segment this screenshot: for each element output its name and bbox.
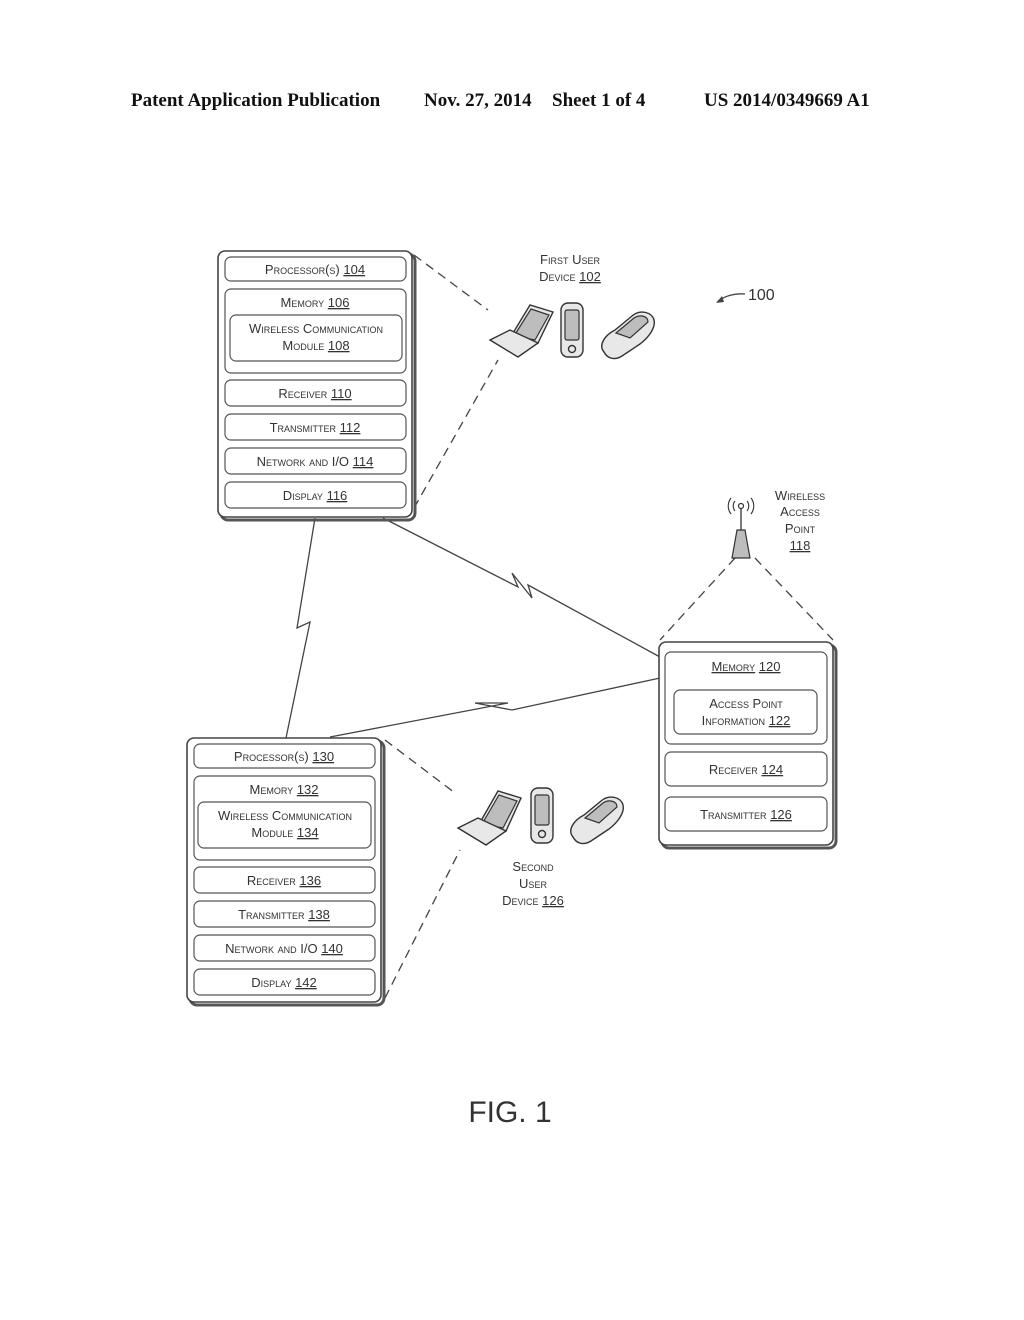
laptop-icon bbox=[488, 304, 554, 358]
svg-text:Processor(s) 104: Processor(s) 104 bbox=[265, 262, 365, 277]
first-user-device-label: First User Device 102 bbox=[539, 252, 601, 284]
second-device-component-box: Processor(s) 130 Memory 132 Wireless Com… bbox=[186, 737, 386, 1007]
svg-text:User: User bbox=[519, 876, 547, 891]
pda-icon bbox=[530, 787, 554, 844]
flip-phone-icon bbox=[601, 311, 655, 360]
svg-text:118: 118 bbox=[790, 538, 811, 553]
svg-text:Transmitter 112: Transmitter 112 bbox=[270, 420, 361, 435]
system-reference: 100 bbox=[716, 287, 775, 304]
svg-text:Display 142: Display 142 bbox=[251, 975, 317, 990]
second-user-devices-icons bbox=[456, 787, 624, 846]
svg-text:Access Point: Access Point bbox=[709, 696, 783, 711]
callout-line bbox=[413, 254, 489, 311]
svg-text:Memory 106: Memory 106 bbox=[281, 295, 350, 310]
access-point-icon bbox=[727, 497, 755, 559]
svg-text:Display 116: Display 116 bbox=[283, 488, 348, 503]
laptop-icon bbox=[456, 790, 522, 846]
svg-text:Network and I/O 114: Network and I/O 114 bbox=[257, 454, 374, 469]
callout-line bbox=[384, 849, 461, 999]
second-user-device-label: Second User Device 126 bbox=[502, 859, 564, 908]
callout-line bbox=[384, 739, 456, 794]
svg-text:Wireless Communication: Wireless Communication bbox=[218, 808, 352, 823]
first-device-component-box: Processor(s) 104 Memory 106 Wireless Com… bbox=[217, 250, 417, 522]
svg-text:Point: Point bbox=[785, 521, 816, 536]
callout-line bbox=[659, 557, 736, 641]
svg-text:Information 122: Information 122 bbox=[702, 713, 791, 728]
svg-text:Processor(s) 130: Processor(s) 130 bbox=[234, 749, 334, 764]
svg-text:Second: Second bbox=[512, 859, 554, 874]
svg-text:Memory 120: Memory 120 bbox=[712, 659, 781, 674]
access-point-component-box: Memory 120 Access Point Information 122 … bbox=[658, 641, 838, 850]
svg-text:Wireless: Wireless bbox=[775, 488, 825, 503]
figure-label: FIG. 1 bbox=[468, 1096, 551, 1129]
svg-text:Transmitter 138: Transmitter 138 bbox=[238, 907, 330, 922]
svg-text:First User: First User bbox=[540, 252, 600, 267]
flip-phone-icon bbox=[570, 796, 624, 845]
svg-text:Wireless Communication: Wireless Communication bbox=[249, 321, 383, 336]
svg-text:Receiver 136: Receiver 136 bbox=[247, 873, 321, 888]
svg-text:Transmitter 126: Transmitter 126 bbox=[700, 807, 792, 822]
pda-icon bbox=[560, 302, 584, 358]
svg-text:Device 126: Device 126 bbox=[502, 893, 564, 908]
wireless-link-first-second bbox=[285, 517, 316, 739]
callout-line bbox=[754, 557, 834, 641]
svg-text:Receiver 124: Receiver 124 bbox=[709, 762, 783, 777]
wireless-link-first-ap bbox=[382, 517, 661, 658]
svg-text:Memory 132: Memory 132 bbox=[250, 782, 319, 797]
svg-text:Network and I/O 140: Network and I/O 140 bbox=[225, 941, 343, 956]
svg-text:Access: Access bbox=[780, 504, 820, 519]
wireless-link-second-ap bbox=[329, 677, 661, 738]
svg-text:Module 108: Module 108 bbox=[282, 338, 349, 353]
figure-diagram: Processor(s) 104 Memory 106 Wireless Com… bbox=[186, 250, 838, 1129]
svg-text:100: 100 bbox=[748, 287, 775, 304]
svg-text:Receiver 110: Receiver 110 bbox=[278, 386, 351, 401]
svg-text:Device 102: Device 102 bbox=[539, 269, 601, 284]
svg-text:Module 134: Module 134 bbox=[251, 825, 318, 840]
callout-line bbox=[413, 359, 499, 509]
access-point-label: Wireless Access Point 118 bbox=[775, 488, 825, 553]
first-user-devices-icons bbox=[488, 302, 655, 360]
